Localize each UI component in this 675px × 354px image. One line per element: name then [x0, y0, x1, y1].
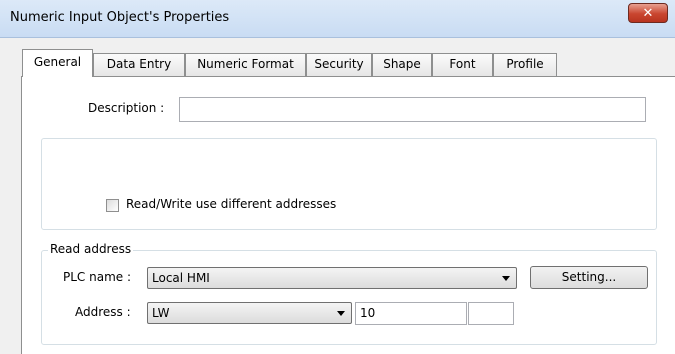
tab-font[interactable]: Font: [432, 53, 493, 76]
plc-name-select[interactable]: Local HMI: [147, 267, 517, 289]
read-address-group: Read address PLC name : Local HMI Settin…: [41, 242, 657, 345]
tab-security[interactable]: Security: [306, 53, 372, 76]
setting-button[interactable]: Setting...: [530, 266, 648, 289]
description-label: Description :: [88, 101, 165, 115]
address-value-input[interactable]: 10: [355, 302, 467, 325]
tab-numeric-format[interactable]: Numeric Format: [185, 53, 306, 76]
tab-profile[interactable]: Profile: [493, 53, 557, 76]
general-panel: Description : Read/Write use different a…: [21, 76, 675, 354]
close-icon: ✕: [642, 6, 654, 21]
title-bar: Numeric Input Object's Properties ✕: [0, 0, 675, 38]
address-options-group: Read/Write use different addresses: [41, 138, 657, 230]
address-extra-input[interactable]: [468, 302, 514, 325]
chevron-down-icon: [502, 276, 510, 281]
address-type-select[interactable]: LW: [147, 302, 352, 324]
description-input[interactable]: [179, 97, 646, 122]
chevron-down-icon: [337, 311, 345, 316]
window-title: Numeric Input Object's Properties: [10, 10, 230, 25]
read-address-legend: Read address: [48, 242, 134, 256]
rw-different-address-checkbox[interactable]: [106, 199, 119, 212]
tab-shape[interactable]: Shape: [372, 53, 432, 76]
rw-different-address-label: Read/Write use different addresses: [126, 197, 337, 211]
tab-data-entry[interactable]: Data Entry: [93, 53, 185, 76]
address-label: Address :: [75, 305, 131, 319]
tab-general[interactable]: General: [22, 49, 93, 77]
plc-name-label: PLC name :: [63, 270, 132, 284]
close-button[interactable]: ✕: [628, 3, 668, 23]
